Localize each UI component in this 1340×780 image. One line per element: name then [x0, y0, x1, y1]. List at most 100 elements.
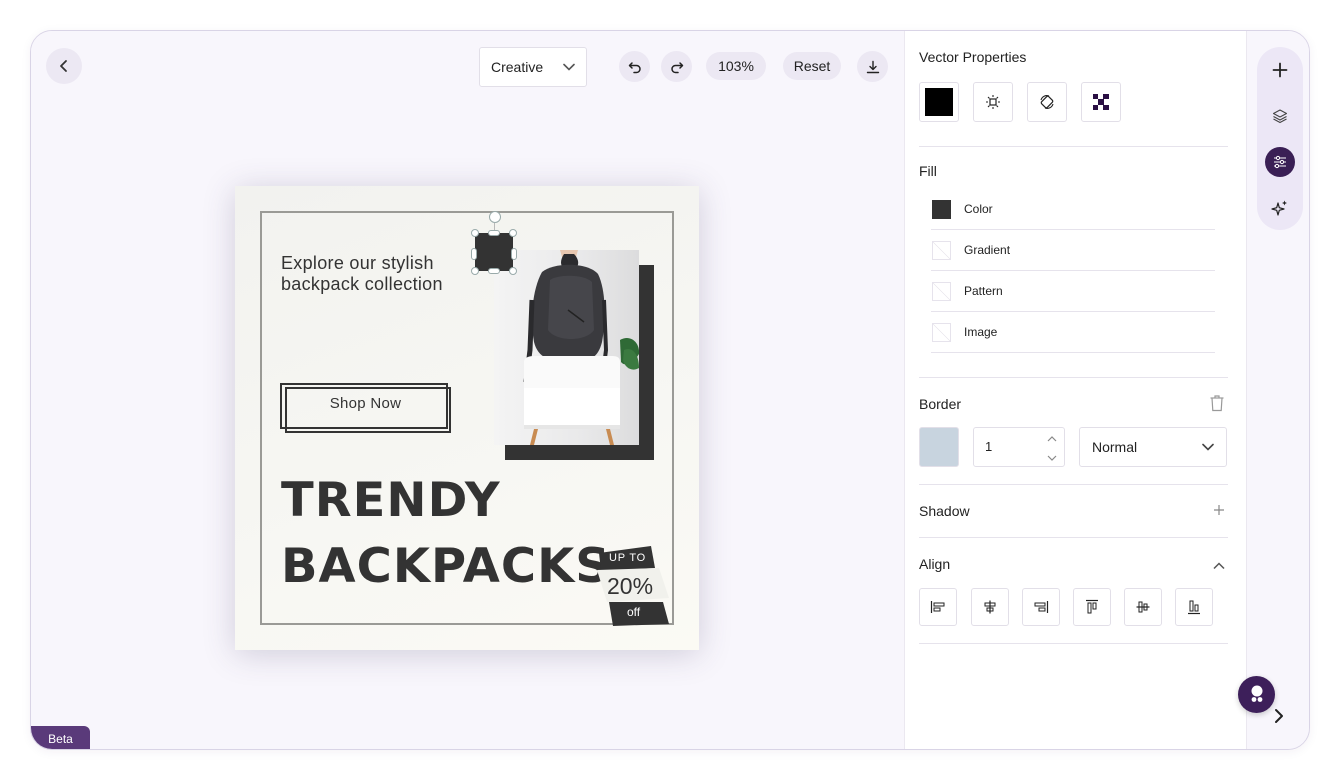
- panel-title: Vector Properties: [919, 49, 1027, 65]
- shop-now-label: Shop Now: [329, 395, 402, 412]
- badge-up-to: UP TO: [609, 552, 647, 564]
- trash-icon: [1210, 395, 1224, 412]
- chevron-down-icon: [563, 63, 575, 71]
- align-section-title: Align: [919, 556, 951, 572]
- fill-gradient-swatch: [932, 240, 951, 260]
- chevron-up-icon: [1213, 562, 1225, 570]
- plus-icon: [1272, 62, 1288, 78]
- design-title-line-1[interactable]: TRENDY: [281, 473, 501, 528]
- design-artboard[interactable]: Explore our stylish backpack collection …: [235, 186, 699, 650]
- properties-button[interactable]: [1265, 147, 1295, 177]
- resize-handle-top-right[interactable]: [509, 229, 517, 237]
- align-top-button[interactable]: [1073, 588, 1111, 626]
- redo-button[interactable]: [661, 51, 692, 82]
- editor-window: Creative 103% Reset Explore our stylish …: [30, 30, 1310, 750]
- vector-color-swatch: [925, 88, 953, 116]
- resize-handle-top-left[interactable]: [471, 229, 479, 237]
- resize-handle-top[interactable]: [488, 230, 500, 236]
- align-left-button[interactable]: [919, 588, 957, 626]
- canvas-area: Creative 103% Reset Explore our stylish …: [31, 31, 904, 749]
- beta-badge: Beta: [31, 726, 90, 749]
- flip-icon: [1040, 95, 1054, 109]
- discount-badge[interactable]: UP TO 20% off: [597, 544, 675, 628]
- fill-option-gradient[interactable]: Gradient: [931, 230, 1215, 271]
- shadow-section-title: Shadow: [919, 503, 970, 519]
- divider: [919, 484, 1228, 485]
- sparkle-icon: [1271, 200, 1287, 216]
- border-style-select[interactable]: Normal: [1079, 427, 1227, 467]
- align-bottom-button[interactable]: [1175, 588, 1213, 626]
- border-style-value: Normal: [1092, 439, 1138, 455]
- resize-handle-bottom-right[interactable]: [509, 267, 517, 275]
- resize-handle-left[interactable]: [471, 248, 477, 260]
- align-middle-icon: [1136, 601, 1150, 613]
- zoom-level[interactable]: 103%: [706, 52, 766, 80]
- align-bottom-icon: [1188, 600, 1200, 615]
- align-middle-button[interactable]: [1124, 588, 1162, 626]
- divider: [919, 146, 1228, 147]
- align-center-button[interactable]: [971, 588, 1009, 626]
- divider: [919, 643, 1228, 644]
- border-width-decrement[interactable]: [1039, 448, 1064, 467]
- align-left-icon: [930, 601, 945, 613]
- badge-percent: 20%: [607, 573, 654, 599]
- fill-pattern-swatch: [932, 281, 951, 301]
- fill-section-title: Fill: [919, 163, 937, 179]
- backpack-photo[interactable]: [494, 250, 639, 445]
- redo-icon: [670, 61, 683, 73]
- align-right-button[interactable]: [1022, 588, 1060, 626]
- fill-option-color[interactable]: Color: [931, 189, 1215, 230]
- fill-option-image[interactable]: Image: [931, 312, 1215, 353]
- add-element-button[interactable]: [1265, 55, 1295, 85]
- undo-button[interactable]: [619, 51, 650, 82]
- border-color-swatch[interactable]: [919, 427, 959, 467]
- align-right-icon: [1034, 601, 1049, 613]
- download-icon: [866, 60, 879, 73]
- reset-button[interactable]: Reset: [783, 52, 841, 80]
- expand-panel-button[interactable]: [1269, 704, 1289, 728]
- resize-handle-right[interactable]: [511, 248, 517, 260]
- fill-option-pattern[interactable]: Pattern: [931, 271, 1215, 312]
- ai-magic-button[interactable]: [1265, 193, 1295, 223]
- chevron-down-icon: [1202, 443, 1214, 451]
- layers-button[interactable]: [1265, 101, 1295, 131]
- design-headline[interactable]: Explore our stylish backpack collection: [281, 253, 491, 295]
- align-top-icon: [1086, 599, 1098, 614]
- fill-option-label: Color: [964, 202, 993, 216]
- properties-panel: Vector Properties Fill Color Gradient Pa…: [904, 31, 1246, 749]
- border-width-input[interactable]: 1: [973, 427, 1065, 467]
- chevron-down-icon: [1047, 455, 1056, 461]
- chevron-left-icon: [60, 60, 67, 72]
- align-center-icon: [984, 600, 996, 614]
- fill-color-swatch: [932, 199, 951, 219]
- backpack-illustration: [523, 250, 639, 445]
- add-shadow-button[interactable]: [1213, 503, 1227, 517]
- mode-select[interactable]: Creative: [479, 47, 587, 87]
- top-toolbar: Creative 103% Reset: [479, 47, 888, 87]
- back-button[interactable]: [46, 48, 82, 84]
- design-title-line-2[interactable]: BACKPACKS: [281, 539, 611, 594]
- selected-vector-shape[interactable]: [475, 233, 513, 271]
- fill-image-swatch: [932, 322, 951, 342]
- undo-icon: [628, 61, 641, 73]
- resize-handle-bottom[interactable]: [488, 268, 500, 274]
- rotate-handle[interactable]: [489, 211, 501, 223]
- download-button[interactable]: [857, 51, 888, 82]
- vector-color-button[interactable]: [919, 82, 959, 122]
- mode-select-value: Creative: [491, 59, 544, 75]
- border-width-value: 1: [985, 439, 993, 454]
- divider: [919, 537, 1228, 538]
- brightness-icon: [986, 95, 1000, 109]
- collapse-align-button[interactable]: [1213, 557, 1227, 570]
- checkerboard-icon: [1093, 94, 1109, 110]
- plus-icon: [1214, 505, 1224, 515]
- fill-option-label: Pattern: [964, 284, 1003, 298]
- vector-transparency-button[interactable]: [1081, 82, 1121, 122]
- vector-flip-button[interactable]: [1027, 82, 1067, 122]
- design-shop-now-button[interactable]: Shop Now: [280, 383, 451, 433]
- delete-border-button[interactable]: [1209, 394, 1227, 414]
- border-width-increment[interactable]: [1039, 429, 1064, 448]
- layers-icon: [1272, 109, 1288, 124]
- resize-handle-bottom-left[interactable]: [471, 267, 479, 275]
- vector-brightness-button[interactable]: [973, 82, 1013, 122]
